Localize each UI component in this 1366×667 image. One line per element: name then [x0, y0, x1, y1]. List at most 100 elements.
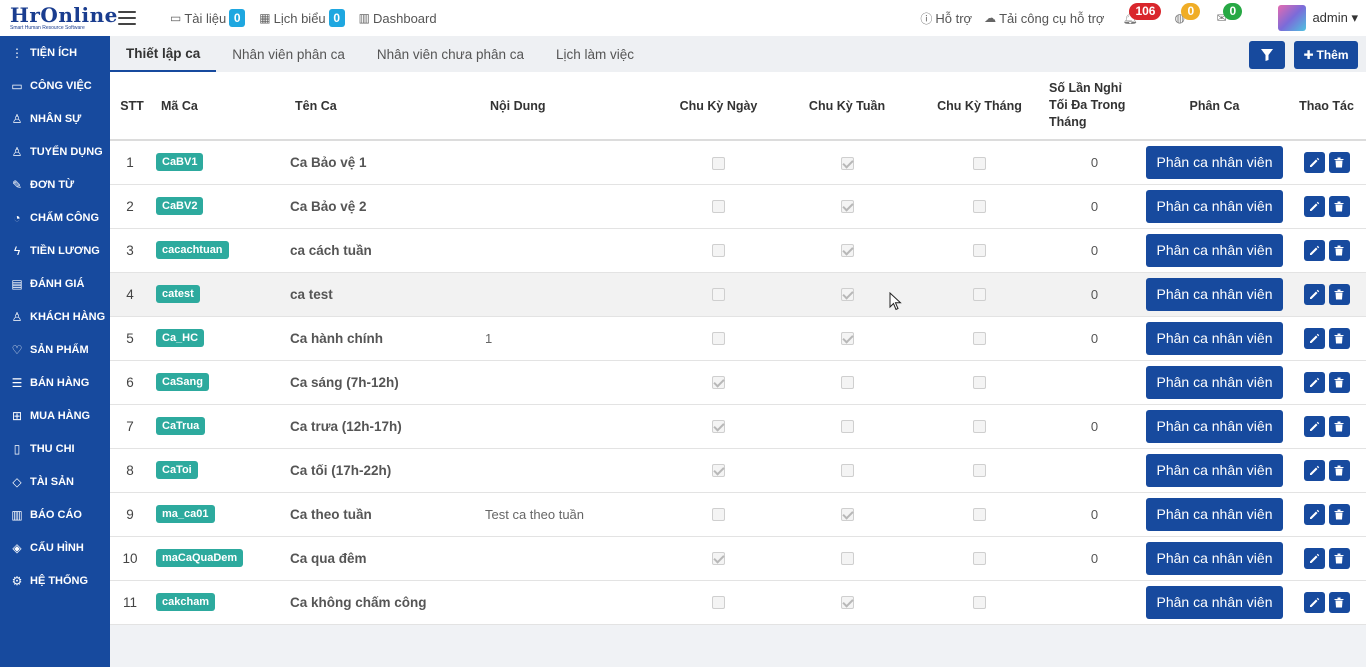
sidebar-item-tuyen-dung[interactable]: ♙ TUYỂN DỤNG [0, 135, 110, 168]
sidebar-item-ban-hang[interactable]: ☰ BÁN HÀNG [0, 366, 110, 399]
week-cycle-checkbox[interactable] [840, 376, 854, 390]
week-cycle-checkbox[interactable] [840, 464, 854, 478]
day-cycle-checkbox[interactable] [712, 156, 725, 170]
tab-nhan-vien-phan-ca[interactable]: Nhân viên phân ca [216, 36, 361, 72]
edit-button[interactable] [1303, 503, 1325, 525]
delete-button[interactable] [1328, 195, 1350, 217]
sidebar-item-san-pham[interactable]: ♡ SẢN PHẨM [0, 333, 110, 366]
edit-button[interactable] [1303, 195, 1325, 217]
month-cycle-checkbox[interactable] [973, 376, 986, 390]
day-cycle-checkbox[interactable] [712, 552, 725, 566]
week-cycle-checkbox[interactable] [840, 332, 854, 346]
sidebar-item-tien-ich[interactable]: ⋮ TIỆN ÍCH [0, 36, 110, 69]
sidebar-item-mua-hang[interactable]: ⊞ MUA HÀNG [0, 399, 110, 432]
week-cycle-checkbox[interactable] [840, 508, 854, 522]
delete-button[interactable] [1328, 547, 1350, 569]
delete-button[interactable] [1328, 283, 1350, 305]
assign-employee-button[interactable]: Phân ca nhân viên [1146, 541, 1283, 575]
month-cycle-checkbox[interactable] [973, 332, 986, 346]
week-cycle-checkbox[interactable] [840, 596, 854, 610]
day-cycle-checkbox[interactable] [712, 376, 725, 390]
notification-bell[interactable]: 🔔︎ 106 [1122, 0, 1162, 36]
notification-globe[interactable]: ◍ 0 [1174, 0, 1201, 36]
month-cycle-checkbox[interactable] [973, 244, 986, 258]
notification-messages[interactable]: ✉ 0 [1216, 0, 1243, 36]
week-cycle-checkbox[interactable] [840, 288, 854, 302]
day-cycle-checkbox[interactable] [712, 596, 725, 610]
month-cycle-checkbox[interactable] [973, 288, 986, 302]
calendar-link[interactable]: ▦ Lịch biểu 0 [259, 9, 345, 27]
week-cycle-checkbox[interactable] [840, 420, 854, 434]
documents-link[interactable]: ▭ Tài liệu 0 [170, 9, 246, 27]
sidebar-item-khach-hang[interactable]: ♙ KHÁCH HÀNG [0, 300, 110, 333]
day-cycle-checkbox[interactable] [712, 288, 725, 302]
sidebar-item-cau-hinh[interactable]: ◈ CẤU HÌNH [0, 531, 110, 564]
sidebar-item-don-tu[interactable]: ✎ ĐƠN TỪ [0, 168, 110, 201]
menu-toggle-button[interactable] [118, 11, 136, 25]
sidebar-item-tai-san[interactable]: ◇ TÀI SẢN [0, 465, 110, 498]
month-cycle-checkbox[interactable] [973, 552, 986, 566]
avatar[interactable] [1278, 5, 1307, 31]
tab-lich-lam-viec[interactable]: Lịch làm việc [540, 36, 650, 72]
edit-button[interactable] [1303, 415, 1325, 437]
assign-employee-button[interactable]: Phân ca nhân viên [1146, 365, 1283, 399]
edit-button[interactable] [1303, 151, 1325, 173]
edit-button[interactable] [1303, 371, 1325, 393]
assign-employee-button[interactable]: Phân ca nhân viên [1146, 321, 1283, 355]
dashboard-link[interactable]: ▥ Dashboard [359, 11, 437, 26]
sidebar-item-he-thong[interactable]: ⚙ HỆ THỐNG [0, 564, 110, 597]
sidebar-item-nhan-su[interactable]: ♙ NHÂN SỰ [0, 102, 110, 135]
tab-thiet-lap-ca[interactable]: Thiết lập ca [110, 36, 217, 72]
delete-button[interactable] [1328, 371, 1350, 393]
month-cycle-checkbox[interactable] [973, 596, 986, 610]
month-cycle-checkbox[interactable] [973, 508, 986, 522]
edit-button[interactable] [1303, 547, 1325, 569]
user-menu[interactable]: admin ▾ [1312, 10, 1358, 26]
assign-employee-button[interactable]: Phân ca nhân viên [1146, 145, 1283, 179]
month-cycle-checkbox[interactable] [973, 200, 986, 214]
month-cycle-checkbox[interactable] [973, 156, 986, 170]
assign-employee-button[interactable]: Phân ca nhân viên [1146, 585, 1283, 619]
delete-button[interactable] [1328, 503, 1350, 525]
edit-button[interactable] [1303, 591, 1325, 613]
edit-button[interactable] [1303, 283, 1325, 305]
assign-employee-button[interactable]: Phân ca nhân viên [1146, 453, 1283, 487]
week-cycle-checkbox[interactable] [840, 156, 854, 170]
sidebar-item-tien-luong[interactable]: ϟ TIỀN LƯƠNG [0, 234, 110, 267]
edit-button[interactable] [1303, 239, 1325, 261]
delete-button[interactable] [1328, 459, 1350, 481]
delete-button[interactable] [1328, 591, 1350, 613]
assign-employee-button[interactable]: Phân ca nhân viên [1146, 189, 1283, 223]
week-cycle-checkbox[interactable] [840, 552, 854, 566]
delete-button[interactable] [1328, 239, 1350, 261]
delete-button[interactable] [1328, 327, 1350, 349]
day-cycle-checkbox[interactable] [712, 200, 725, 214]
month-cycle-checkbox[interactable] [973, 420, 986, 434]
download-tool-link[interactable]: ☁ Tải công cụ hỗ trợ [984, 11, 1104, 26]
add-button[interactable]: ✚ Thêm [1294, 41, 1358, 69]
day-cycle-checkbox[interactable] [712, 420, 725, 434]
day-cycle-checkbox[interactable] [712, 244, 725, 258]
delete-button[interactable] [1328, 415, 1350, 437]
delete-button[interactable] [1328, 151, 1350, 173]
week-cycle-checkbox[interactable] [840, 244, 854, 258]
sidebar-item-cham-cong[interactable]: ◔ CHẤM CÔNG [0, 201, 110, 234]
assign-employee-button[interactable]: Phân ca nhân viên [1146, 497, 1283, 531]
sidebar-item-bao-cao[interactable]: ▥ BÁO CÁO [0, 498, 110, 531]
sidebar-item-cong-viec[interactable]: ▭ CÔNG VIỆC [0, 69, 110, 102]
day-cycle-checkbox[interactable] [712, 332, 725, 346]
edit-button[interactable] [1303, 327, 1325, 349]
month-cycle-checkbox[interactable] [973, 464, 986, 478]
assign-employee-button[interactable]: Phân ca nhân viên [1146, 233, 1283, 267]
sidebar-item-thu-chi[interactable]: ▯ THU CHI [0, 432, 110, 465]
day-cycle-checkbox[interactable] [712, 508, 725, 522]
support-link[interactable]: ⓘ Hỗ trợ [920, 10, 972, 27]
edit-button[interactable] [1303, 459, 1325, 481]
sidebar-item-danh-gia[interactable]: ▤ ĐÁNH GIÁ [0, 267, 110, 300]
app-logo[interactable]: HrOnline Smart Human Resource Software [0, 0, 117, 36]
assign-employee-button[interactable]: Phân ca nhân viên [1146, 409, 1283, 443]
assign-employee-button[interactable]: Phân ca nhân viên [1146, 277, 1283, 311]
day-cycle-checkbox[interactable] [712, 464, 725, 478]
week-cycle-checkbox[interactable] [840, 200, 854, 214]
tab-nhan-vien-chua-phan-ca[interactable]: Nhân viên chưa phân ca [361, 36, 540, 72]
